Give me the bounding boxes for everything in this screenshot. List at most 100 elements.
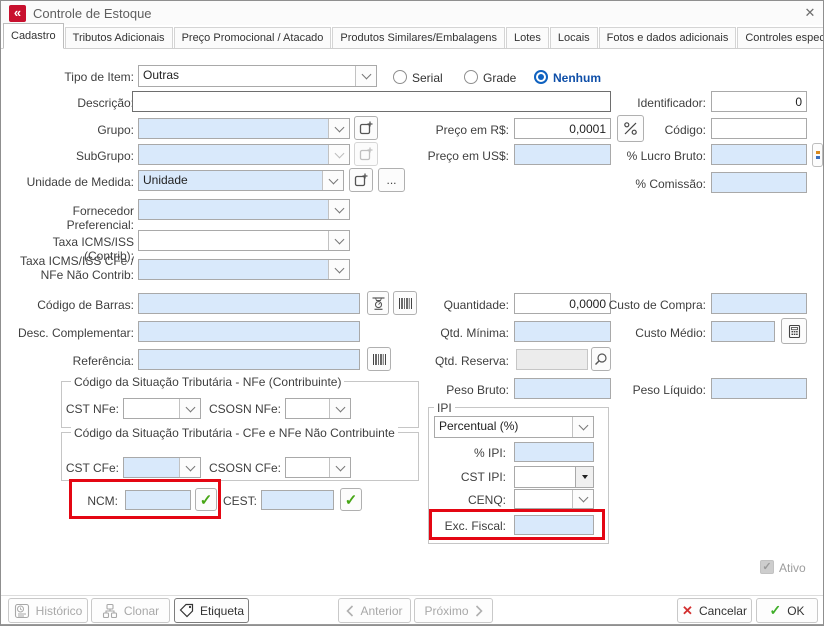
csosn-cfe-value: [286, 458, 329, 477]
tipo-item-select[interactable]: Outras: [138, 65, 377, 87]
add-unidade-button[interactable]: [349, 168, 373, 192]
radio-serial[interactable]: [393, 70, 407, 84]
custo-compra-label: Custo de Compra:: [593, 298, 706, 312]
exc-fiscal-input[interactable]: [514, 515, 594, 535]
bottom-separator: [1, 595, 824, 596]
historico-button[interactable]: Histórico: [8, 598, 88, 623]
proximo-button[interactable]: Próximo: [414, 598, 493, 623]
tab-controles-especificos[interactable]: Controles específicos: [737, 27, 824, 48]
fornecedor-label: Fornecedor Preferencial:: [4, 204, 134, 232]
chevron-down-icon: [355, 66, 376, 86]
referencia-input[interactable]: [138, 349, 360, 370]
title-bar: « Controle de Estoque ✕: [1, 1, 823, 25]
codigo-barras-label: Código de Barras:: [4, 298, 134, 312]
taxa-contrib-select[interactable]: [138, 230, 350, 251]
ok-check-icon: ✓: [769, 602, 781, 619]
taxa-nao-contrib-select[interactable]: [138, 259, 350, 280]
anterior-button[interactable]: Anterior: [338, 598, 411, 623]
chevron-down-icon: [572, 490, 593, 508]
app-logo-icon: «: [9, 5, 26, 22]
csosn-cfe-select[interactable]: [285, 457, 351, 478]
tipo-item-value: Outras: [139, 66, 355, 86]
more-options-button[interactable]: ...: [378, 168, 405, 192]
custo-compra-input[interactable]: [711, 293, 807, 314]
subgrupo-select[interactable]: [138, 144, 350, 165]
cancel-x-icon: ✕: [682, 603, 693, 619]
csosn-nfe-label: CSOSN NFe:: [199, 402, 281, 416]
calculator-button[interactable]: [781, 318, 807, 344]
clone-icon: [102, 603, 118, 619]
chevron-down-icon: [328, 119, 349, 138]
radio-nenhum[interactable]: [534, 70, 548, 84]
ellipsis-icon: ...: [386, 173, 396, 187]
custo-medio-input[interactable]: [711, 321, 775, 342]
cenq-select[interactable]: [514, 489, 594, 509]
descricao-input[interactable]: [132, 91, 611, 112]
ipi-pct-label: % IPI:: [416, 446, 506, 460]
unidade-medida-label: Unidade de Medida:: [4, 175, 134, 189]
etiqueta-button-label: Etiqueta: [200, 604, 244, 618]
chevron-down-icon: [329, 399, 350, 418]
ipi-modo-select[interactable]: Percentual (%): [434, 416, 594, 438]
peso-liquido-input[interactable]: [711, 378, 807, 399]
ipi-modo-value: Percentual (%): [435, 417, 572, 437]
ncm-validate-button[interactable]: ✓: [195, 488, 217, 511]
etiqueta-button[interactable]: Etiqueta: [174, 598, 249, 623]
comissao-input[interactable]: [711, 172, 807, 193]
desc-complementar-input[interactable]: [138, 321, 360, 342]
desc-complementar-label: Desc. Complementar:: [4, 326, 134, 340]
historico-button-label: Histórico: [36, 604, 83, 618]
unidade-medida-select[interactable]: Unidade: [138, 170, 344, 191]
add-subgrupo-button[interactable]: [354, 142, 378, 166]
ncm-input[interactable]: [125, 490, 191, 510]
tab-strip: Cadastro Tributos Adicionais Preço Promo…: [1, 25, 824, 49]
chevron-down-icon: [179, 458, 200, 477]
ok-button[interactable]: ✓ OK: [756, 598, 818, 623]
cest-input[interactable]: [261, 490, 334, 510]
search-reserva-button[interactable]: [591, 347, 611, 371]
cest-validate-button[interactable]: ✓: [340, 488, 362, 511]
codigo-barras-input[interactable]: [138, 293, 360, 314]
cst-nfe-label: CST NFe:: [41, 402, 119, 416]
csosn-nfe-select[interactable]: [285, 398, 351, 419]
chevron-down-icon: [328, 200, 349, 219]
cst-nfe-select[interactable]: [123, 398, 201, 419]
clonar-button[interactable]: Clonar: [91, 598, 170, 623]
radio-grade[interactable]: [464, 70, 478, 84]
chevron-down-icon: [322, 171, 343, 190]
tab-tributos-adicionais[interactable]: Tributos Adicionais: [65, 27, 173, 48]
subgrupo-label: SubGrupo:: [4, 149, 134, 163]
cenq-value: [515, 490, 572, 508]
cancelar-button[interactable]: ✕ Cancelar: [677, 598, 752, 623]
lucro-bruto-input[interactable]: [711, 144, 807, 165]
tab-cadastro[interactable]: Cadastro: [3, 23, 64, 49]
tab-produtos-similares[interactable]: Produtos Similares/Embalagens: [332, 27, 505, 48]
codigo-input[interactable]: [711, 118, 807, 139]
preco-uss-label: Preço em US$:: [379, 149, 509, 163]
quantidade-label: Quantidade:: [379, 298, 509, 312]
cst-nfe-group-title: Código da Situação Tributária - NFe (Con…: [71, 375, 344, 389]
chevron-left-icon: [346, 605, 354, 617]
cest-label: CEST:: [217, 494, 257, 508]
add-grupo-button[interactable]: [354, 116, 378, 140]
ativo-checkbox-label: Ativo: [779, 561, 806, 575]
tab-locais[interactable]: Locais: [550, 27, 598, 48]
cst-cfe-label: CST CFe:: [41, 461, 119, 475]
chevron-down-icon: [572, 417, 593, 437]
grupo-value: [139, 119, 328, 138]
ipi-pct-input[interactable]: [514, 442, 594, 462]
dropdown-arrow-icon: [575, 467, 593, 487]
cst-cfe-select[interactable]: [123, 457, 201, 478]
tab-fotos[interactable]: Fotos e dados adicionais: [599, 27, 737, 48]
radio-serial-label: Serial: [412, 71, 443, 85]
tab-preco-promocional[interactable]: Preço Promocional / Atacado: [174, 27, 332, 48]
cst-ipi-select[interactable]: [514, 466, 594, 488]
lucro-side-button[interactable]: [812, 143, 823, 167]
subgrupo-value: [139, 145, 328, 164]
close-icon[interactable]: ✕: [800, 4, 820, 22]
cenq-label: CENQ:: [416, 493, 506, 507]
grupo-select[interactable]: [138, 118, 350, 139]
identificador-input[interactable]: [711, 91, 807, 112]
fornecedor-select[interactable]: [138, 199, 350, 220]
tab-lotes[interactable]: Lotes: [506, 27, 549, 48]
